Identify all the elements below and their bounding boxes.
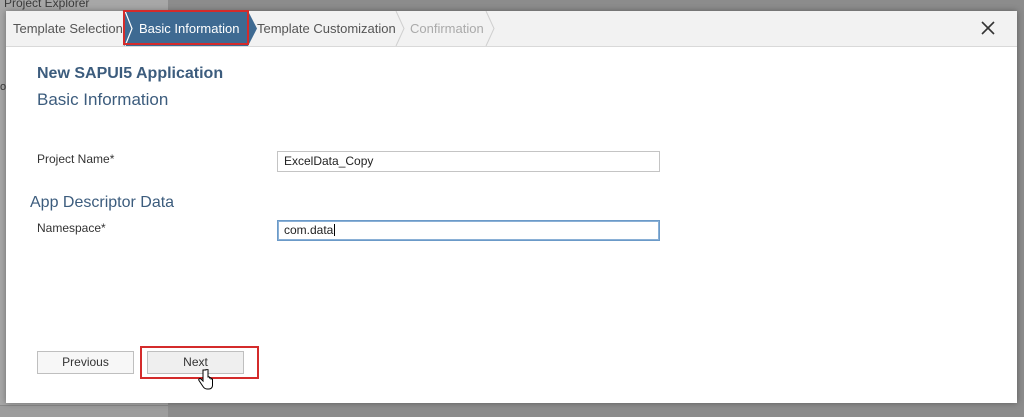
step-basic-information[interactable]: Basic Information: [124, 11, 248, 46]
app-descriptor-heading: App Descriptor Data: [30, 194, 175, 211]
previous-button[interactable]: Previous: [37, 351, 134, 374]
step-template-customization[interactable]: Template Customization: [257, 11, 396, 46]
hand-cursor-icon: [198, 369, 213, 390]
app-title: New SAPUI5 Application: [37, 65, 224, 82]
namespace-value: com.data: [284, 223, 334, 237]
project-name-input[interactable]: ExcelData_Copy: [277, 151, 660, 172]
step-template-selection[interactable]: Template Selection: [13, 11, 123, 46]
next-button[interactable]: Next: [147, 351, 244, 374]
wizard-step-bar: Template Selection Basic Information Tem…: [6, 10, 1017, 47]
project-name-label: Project Name*: [37, 152, 115, 166]
close-icon[interactable]: [977, 17, 999, 39]
step-separator-icon: [395, 11, 405, 46]
step-separator-icon: [485, 11, 495, 46]
step-confirmation: Confirmation: [410, 21, 484, 36]
new-app-wizard-dialog: Template Selection Basic Information Tem…: [6, 10, 1017, 403]
section-title: Basic Information: [37, 90, 169, 109]
explorer-title: Project Explorer: [4, 0, 90, 10]
background-bottom-panel: [0, 405, 168, 417]
text-caret: [334, 224, 336, 236]
step-active-left-chevron-icon: [124, 11, 133, 46]
namespace-input[interactable]: com.data: [277, 220, 660, 241]
namespace-label: Namespace*: [37, 221, 106, 235]
